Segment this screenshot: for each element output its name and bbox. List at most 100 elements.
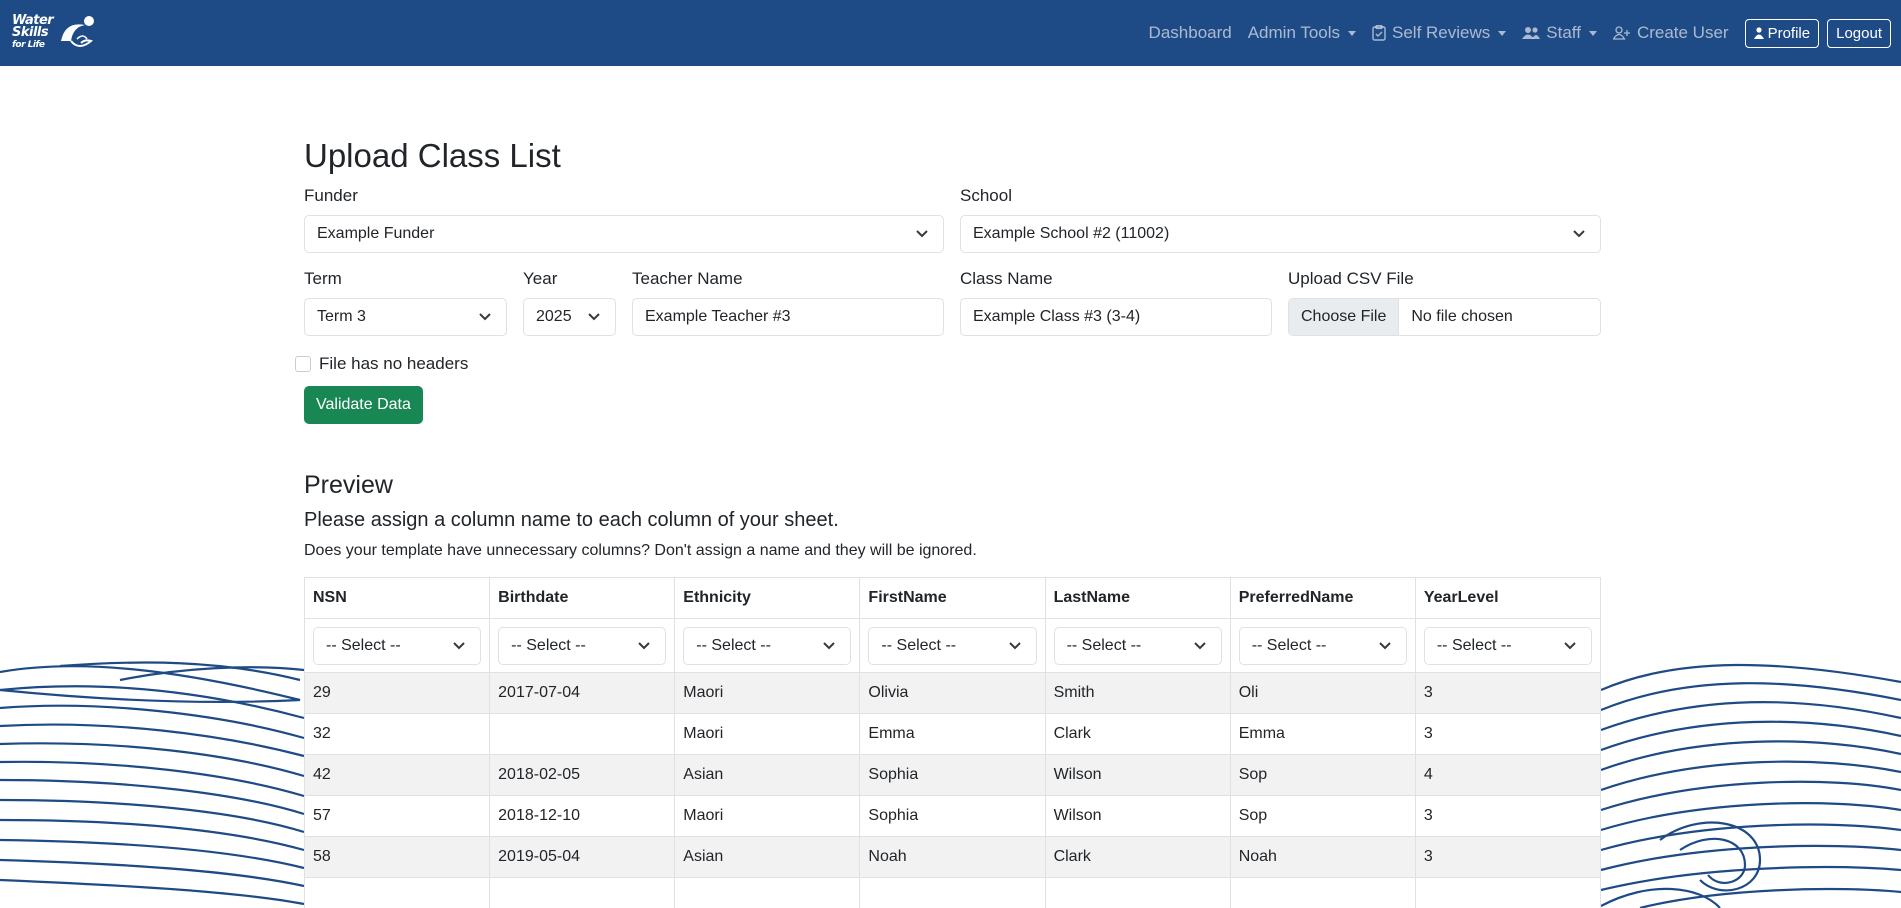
table-cell: Asian	[674, 754, 861, 796]
nav-dashboard[interactable]: Dashboard	[1141, 23, 1240, 43]
preview-table: NSN Birthdate Ethnicity FirstName LastNa…	[303, 577, 1602, 908]
chevron-down-icon	[823, 641, 836, 649]
table-cell: 57	[303, 795, 491, 837]
table-cell: 2019-05-04	[489, 836, 676, 878]
school-label: School	[960, 186, 1012, 205]
column-header-yearlevel: YearLevel	[1414, 577, 1602, 619]
term-label: Term	[304, 269, 342, 288]
teacher-name-input[interactable]: Example Teacher #3	[632, 298, 944, 336]
table-cell	[1229, 877, 1416, 908]
table-cell: Sop	[1229, 754, 1416, 796]
chevron-down-icon	[1573, 230, 1585, 238]
caret-down-icon	[1348, 30, 1357, 36]
column-mapping-cell: -- Select --	[1414, 618, 1602, 673]
table-cell: 3	[1414, 672, 1602, 714]
column-header-ethnicity: Ethnicity	[674, 577, 861, 619]
school-select[interactable]: Example School #2 (11002)	[960, 215, 1601, 253]
column-mapping-select-value: -- Select --	[326, 636, 401, 654]
class-name-input[interactable]: Example Class #3 (3-4)	[960, 298, 1272, 336]
column-mapping-select[interactable]: -- Select --	[683, 626, 852, 665]
column-mapping-cell: -- Select --	[859, 618, 1046, 673]
table-row: 58 2019-05-04 Asian Noah Clark Noah 3	[303, 836, 1602, 878]
upload-group: Upload CSV File Choose File No file chos…	[1288, 269, 1601, 336]
nav-menu: Dashboard Admin Tools Self Reviews Staff	[1141, 0, 1891, 66]
chevron-down-icon	[1193, 641, 1206, 649]
column-mapping-select[interactable]: -- Select --	[498, 626, 667, 665]
swimmer-logo-icon	[61, 16, 95, 47]
class-name-group: Class Name Example Class #3 (3-4)	[960, 269, 1272, 336]
column-mapping-select[interactable]: -- Select --	[1423, 626, 1592, 665]
nav-self-reviews-label: Self Reviews	[1392, 23, 1491, 42]
person-icon	[1753, 27, 1764, 39]
school-select-value: Example School #2 (11002)	[973, 225, 1170, 242]
table-cell: 3	[1414, 795, 1602, 837]
table-cell: 2018-02-05	[489, 754, 676, 796]
column-header-firstname: FirstName	[859, 577, 1046, 619]
chevron-down-icon	[453, 641, 465, 649]
table-cell	[489, 713, 676, 755]
term-select[interactable]: Term 3	[304, 298, 507, 336]
table-row: 32 Maori Emma Clark Emma 3	[303, 713, 1602, 755]
table-cell: Wilson	[1044, 795, 1231, 837]
file-status: No file chosen	[1411, 308, 1513, 325]
table-cell	[674, 877, 861, 908]
logout-button[interactable]: Logout	[1827, 18, 1891, 48]
column-mapping-select-value: -- Select --	[1251, 636, 1327, 654]
column-mapping-select[interactable]: -- Select --	[1053, 626, 1222, 665]
column-mapping-cell: -- Select --	[1044, 618, 1231, 673]
top-navbar: Water Skills for Life Dashboard Admin To…	[0, 0, 1901, 66]
preview-note: Does your template have unnecessary colu…	[304, 542, 977, 559]
table-row: 42 2018-02-05 Asian Sophia Wilson Sop 4	[303, 754, 1602, 796]
nav-self-reviews[interactable]: Self Reviews	[1364, 23, 1514, 43]
column-mapping-select-value: -- Select --	[511, 636, 586, 654]
brand-logo[interactable]: Water Skills for Life	[12, 8, 99, 58]
chevron-down-icon	[638, 641, 650, 649]
table-cell: Clark	[1044, 836, 1231, 878]
class-name-value: Example Class #3 (3-4)	[973, 308, 1141, 325]
column-header-lastname: LastName	[1044, 577, 1231, 619]
funder-school-row: Funder Example Funder School Example Sch…	[304, 186, 1601, 253]
table-cell: 3	[1414, 836, 1602, 878]
chevron-down-icon	[916, 230, 928, 238]
no-headers-label[interactable]: File has no headers	[319, 354, 468, 374]
preview-title: Preview	[304, 471, 393, 499]
year-select[interactable]: 2025	[523, 298, 616, 336]
column-mapping-cell: -- Select --	[303, 618, 491, 673]
no-headers-checkbox[interactable]	[295, 356, 311, 372]
column-mapping-select-value: -- Select --	[881, 636, 957, 654]
choose-file-button[interactable]: Choose File	[1289, 299, 1400, 335]
table-cell: 4	[1414, 754, 1602, 796]
column-mapping-row: -- Select -- -- Select -- -- Select -- -- S…	[303, 618, 1602, 673]
nav-staff-label: Staff	[1546, 23, 1581, 42]
table-cell: Wilson	[1044, 754, 1231, 796]
profile-button[interactable]: Profile	[1744, 18, 1820, 48]
column-mapping-cell: -- Select --	[674, 618, 861, 673]
chevron-down-icon	[1564, 641, 1576, 649]
funder-select[interactable]: Example Funder	[304, 215, 944, 253]
table-cell	[1414, 877, 1602, 908]
class-name-label: Class Name	[960, 269, 1053, 288]
term-group: Term Term 3	[304, 269, 507, 336]
nav-create-user-label: Create User	[1636, 23, 1729, 42]
brand-wordmark: Water Skills for Life	[12, 14, 54, 51]
column-mapping-select[interactable]: -- Select --	[1238, 626, 1407, 665]
table-header-row: NSN Birthdate Ethnicity FirstName LastNa…	[303, 577, 1602, 619]
nav-create-user[interactable]: Create User	[1605, 23, 1737, 43]
table-row: 57 2018-12-10 Maori Sophia Wilson Sop 3	[303, 795, 1602, 837]
column-mapping-select[interactable]: -- Select --	[868, 626, 1037, 665]
caret-down-icon	[1588, 30, 1597, 36]
table-cell: Sophia	[859, 754, 1046, 796]
funder-group: Funder Example Funder	[304, 186, 944, 253]
column-header-preferredname: PreferredName	[1229, 577, 1416, 619]
csv-file-input[interactable]: Choose File No file chosen	[1288, 298, 1601, 336]
table-cell	[859, 877, 1046, 908]
column-header-nsn: NSN	[303, 577, 491, 619]
nav-staff[interactable]: Staff	[1514, 23, 1605, 43]
funder-select-value: Example Funder	[317, 225, 435, 242]
column-mapping-select[interactable]: -- Select --	[313, 626, 482, 665]
year-group: Year 2025	[523, 269, 616, 336]
validate-data-button[interactable]: Validate Data	[304, 386, 423, 424]
clipboard-check-icon	[1372, 25, 1386, 41]
nav-admin-tools[interactable]: Admin Tools	[1240, 23, 1364, 43]
chevron-down-icon	[479, 313, 491, 321]
